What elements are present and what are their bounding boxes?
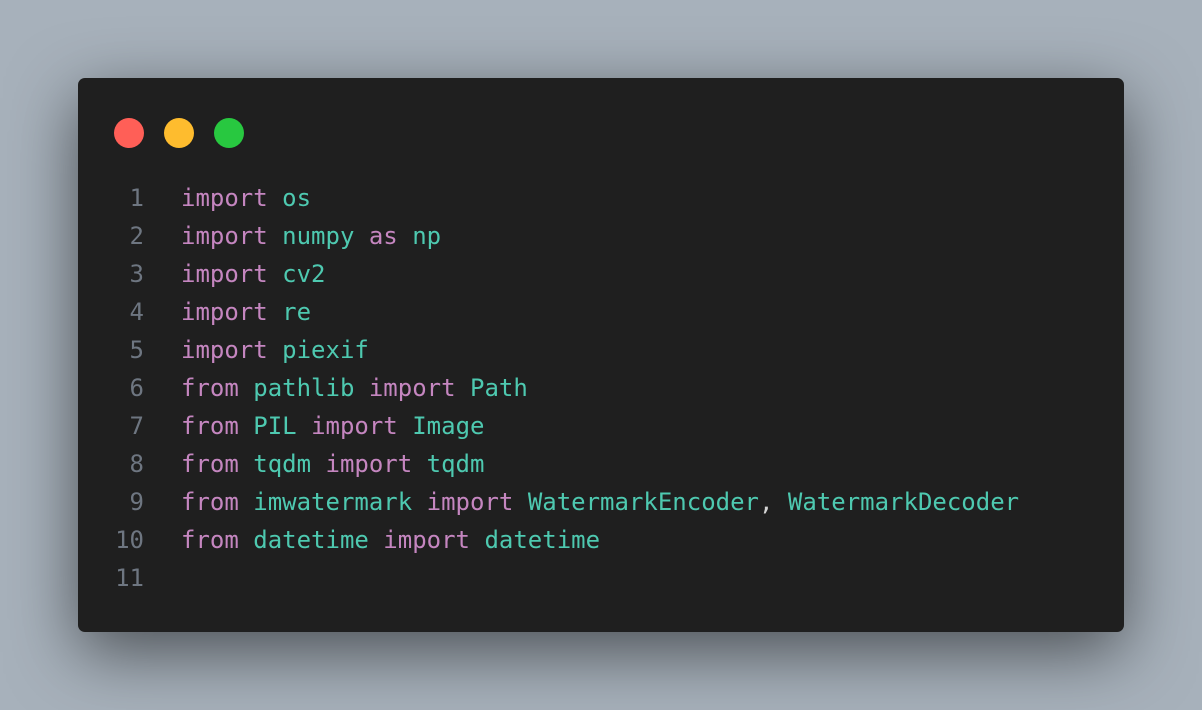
code-line: 7 from PIL import Image (78, 407, 1124, 445)
identifier-token: WatermarkEncoder (527, 488, 759, 516)
line-source: from tqdm import tqdm (181, 445, 484, 483)
punctuation-token (398, 222, 412, 250)
line-number: 3 (129, 260, 144, 288)
punctuation-token (239, 374, 253, 402)
line-number: 1 (129, 184, 144, 212)
punctuation-token (369, 526, 383, 554)
line-source: import piexif (181, 331, 369, 369)
maximize-dot-icon[interactable] (214, 118, 244, 148)
line-number: 9 (129, 488, 144, 516)
punctuation-token (239, 450, 253, 478)
keyword-token: import (181, 184, 268, 212)
code-line: 6 from pathlib import Path (78, 369, 1124, 407)
line-source: import re (181, 293, 311, 331)
keyword-token: import (325, 450, 413, 478)
line-source: import numpy as np (181, 217, 441, 255)
identifier-token: datetime (253, 526, 369, 554)
code-line: 2 import numpy as np (78, 217, 1124, 255)
identifier-token: Path (470, 374, 528, 402)
keyword-token: as (368, 222, 398, 250)
line-source: import cv2 (181, 255, 326, 293)
minimize-dot-icon[interactable] (164, 118, 194, 148)
keyword-token: import (181, 260, 268, 288)
keyword-token: import (311, 412, 398, 440)
punctuation-token (268, 260, 282, 288)
identifier-token: os (282, 184, 312, 212)
line-number: 4 (129, 298, 144, 326)
line-number: 6 (129, 374, 144, 402)
identifier-token: tqdm (253, 450, 312, 478)
punctuation-token (470, 526, 484, 554)
keyword-token: import (181, 222, 268, 250)
code-line: 10 from datetime import datetime (78, 521, 1124, 559)
line-number: 5 (129, 336, 144, 364)
punctuation-token (412, 488, 426, 516)
identifier-token: datetime (484, 526, 601, 554)
punctuation-token (513, 488, 527, 516)
identifier-token: WatermarkDecoder (787, 488, 1020, 516)
identifier-token: re (282, 298, 312, 326)
line-source: from datetime import datetime (181, 521, 600, 559)
identifier-token: Image (412, 412, 485, 440)
keyword-token: from (181, 450, 239, 478)
punctuation-token (412, 450, 426, 478)
punctuation-token (398, 412, 412, 440)
punctuation-token (268, 298, 282, 326)
line-source: from imwatermark import WatermarkEncoder… (181, 483, 1019, 521)
punctuation-token (239, 412, 253, 440)
code-line: 8 from tqdm import tqdm (78, 445, 1124, 483)
line-number: 10 (115, 526, 144, 554)
keyword-token: from (181, 374, 239, 402)
keyword-token: import (181, 336, 268, 364)
keyword-token: from (181, 412, 239, 440)
punctuation-token (354, 222, 368, 250)
code-block: 1 import os 2 import numpy as np 3 import cv2… (78, 179, 1124, 597)
punctuation-token (268, 222, 282, 250)
code-line: 3 import cv2 (78, 255, 1124, 293)
code-line: 5 import piexif (78, 331, 1124, 369)
identifier-token: piexif (282, 336, 369, 364)
line-source: from PIL import Image (181, 407, 484, 445)
punctuation-token (297, 412, 311, 440)
keyword-token: from (181, 488, 239, 516)
identifier-token: cv2 (282, 260, 326, 288)
code-line: 1 import os (78, 179, 1124, 217)
identifier-token: numpy (282, 222, 355, 250)
identifier-token: np (412, 222, 442, 250)
punctuation-token: , (759, 488, 788, 516)
punctuation-token (311, 450, 325, 478)
keyword-token: import (181, 298, 268, 326)
code-window: 1 import os 2 import numpy as np 3 import cv2… (78, 78, 1124, 632)
identifier-token: tqdm (426, 450, 485, 478)
identifier-token: imwatermark (253, 488, 413, 516)
keyword-token: import (426, 488, 514, 516)
punctuation-token (239, 488, 253, 516)
line-number: 11 (115, 564, 144, 592)
code-line: 9 from imwatermark import WatermarkEncode… (78, 483, 1124, 521)
line-number: 8 (129, 450, 144, 478)
code-line: 4 import re (78, 293, 1124, 331)
keyword-token: import (383, 526, 470, 554)
close-dot-icon[interactable] (114, 118, 144, 148)
punctuation-token (456, 374, 470, 402)
keyword-token: from (181, 526, 239, 554)
punctuation-token (268, 184, 282, 212)
line-number: 7 (129, 412, 144, 440)
keyword-token: import (368, 374, 456, 402)
punctuation-token (268, 336, 282, 364)
punctuation-token (354, 374, 368, 402)
punctuation-token (239, 526, 253, 554)
identifier-token: pathlib (253, 374, 355, 402)
line-number: 2 (129, 222, 144, 250)
line-source: from pathlib import Path (181, 369, 528, 407)
line-source: import os (181, 179, 311, 217)
identifier-token: PIL (253, 412, 297, 440)
code-line: 11 (78, 559, 1124, 597)
